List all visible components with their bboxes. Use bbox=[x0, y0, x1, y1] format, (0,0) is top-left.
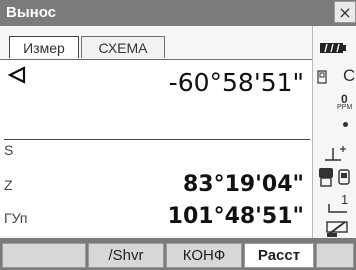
softkey-config[interactable]: КОНФ bbox=[166, 243, 242, 268]
close-icon: × bbox=[338, 3, 352, 22]
status-column: C 0 PPM 1 bbox=[312, 26, 356, 238]
measurement-panel: -60°58'51" S Z 83°19'04" ГУп 101°48'51" bbox=[0, 60, 312, 236]
horizontal-angle-label: ГУп bbox=[4, 210, 28, 226]
zenith-angle-value: 83°19'04" bbox=[182, 172, 304, 197]
window-title: Вынос bbox=[6, 4, 57, 21]
softkey-distance[interactable]: Расст bbox=[244, 243, 314, 268]
face-indicator-label: 1 bbox=[341, 192, 349, 207]
face-indicator-icon bbox=[328, 204, 347, 213]
tab-measure[interactable]: Измер bbox=[9, 36, 79, 58]
target-constant-letter: C bbox=[343, 66, 356, 85]
softkey-5[interactable] bbox=[316, 243, 354, 268]
tab-diagram[interactable]: СХЕМА bbox=[81, 36, 165, 58]
prism-target-icon bbox=[325, 146, 346, 161]
zenith-angle-label: Z bbox=[4, 177, 13, 193]
pen-icon[interactable] bbox=[325, 218, 349, 238]
horizontal-angle-difference-value: -60°58'51" bbox=[168, 68, 304, 97]
horizontal-angle-value: 101°48'51" bbox=[167, 204, 304, 229]
close-button[interactable]: × bbox=[334, 1, 356, 23]
sd-card-icon bbox=[317, 70, 327, 84]
status-dot bbox=[343, 122, 348, 127]
stakeout-screen: Вынос × Измер СХЕМА -60°58'51" S Z 83°19… bbox=[0, 0, 356, 270]
softkey-shvr[interactable]: /Shvr bbox=[88, 243, 164, 268]
battery-icon bbox=[320, 43, 346, 53]
title-bar: Вынос × bbox=[0, 0, 356, 26]
left-direction-arrow-icon bbox=[7, 66, 26, 84]
ppm-label: PPM bbox=[337, 104, 353, 111]
separator-line bbox=[4, 139, 310, 140]
softkey-1[interactable] bbox=[2, 243, 86, 268]
softkey-bar: /Shvr КОНФ Расст bbox=[0, 238, 356, 270]
tab-bar: Измер СХЕМА bbox=[0, 36, 312, 60]
distance-label: S bbox=[4, 142, 14, 158]
instrument-icon bbox=[319, 168, 350, 187]
